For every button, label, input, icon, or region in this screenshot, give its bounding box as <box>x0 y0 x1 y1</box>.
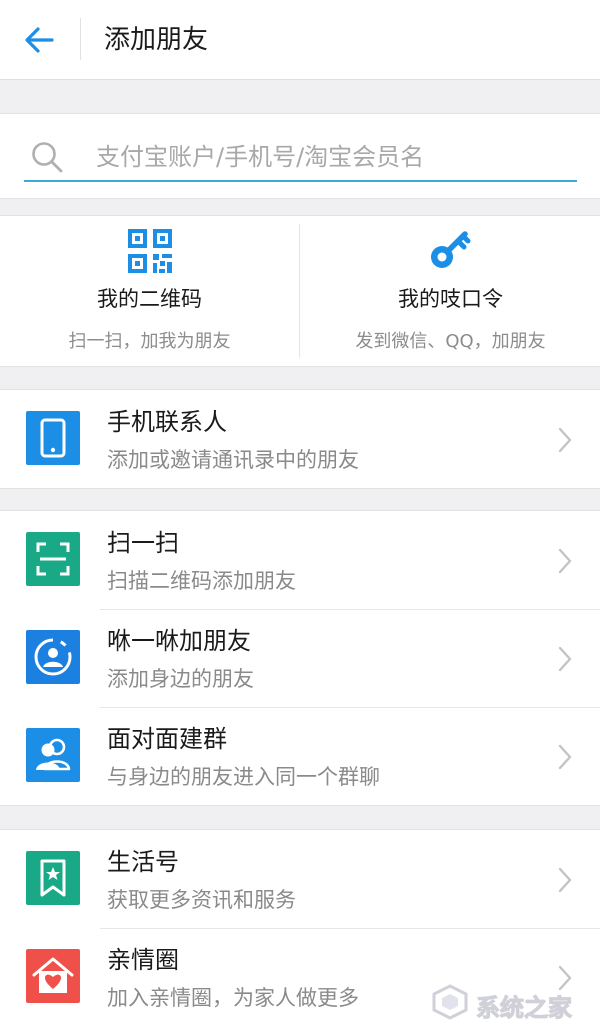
back-arrow-icon <box>25 27 54 53</box>
search-placeholder: 支付宝账户/手机号/淘宝会员名 <box>96 143 425 171</box>
chevron-right-icon <box>558 548 572 574</box>
chevron-right-icon <box>558 744 572 770</box>
scan-icon <box>26 532 80 586</box>
phone-icon <box>26 411 80 465</box>
chevron-right-icon <box>558 965 572 991</box>
list-item-face-to-face-group[interactable]: 面对面建群 与身边的朋友进入同一个群聊 <box>0 707 600 805</box>
search-input[interactable]: 支付宝账户/手机号/淘宝会员名 <box>24 134 577 182</box>
title-bar: 添加朋友 <box>0 0 600 80</box>
list-item-phone-contacts[interactable]: 手机联系人 添加或邀请通讯录中的朋友 <box>0 390 600 488</box>
back-button[interactable] <box>18 20 62 60</box>
quick-action-title: 我的吱口令 <box>398 287 503 311</box>
item-subtitle: 添加或邀请通讯录中的朋友 <box>107 448 359 472</box>
search-icon <box>32 142 63 173</box>
item-subtitle: 获取更多资讯和服务 <box>107 888 296 912</box>
heart-home-icon <box>26 949 80 1003</box>
item-subtitle: 加入亲情圈，为家人做更多 <box>107 986 359 1010</box>
list-item-life-account[interactable]: 生活号 获取更多资讯和服务 <box>0 830 600 928</box>
chevron-right-icon <box>558 646 572 672</box>
list-item-family-circle[interactable]: 亲情圈 加入亲情圈，为家人做更多 <box>0 928 600 1026</box>
services-group: 生活号 获取更多资讯和服务 亲情圈 加入亲情圈，为家人做更多 <box>0 829 600 1026</box>
item-title: 手机联系人 <box>107 408 227 436</box>
quick-action-title: 我的二维码 <box>97 287 202 311</box>
item-subtitle: 与身边的朋友进入同一个群聊 <box>107 765 380 789</box>
discover-group: 扫一扫 扫描二维码添加朋友 咻一咻加朋友 添加身边的朋友 面对面建群 与身边的朋… <box>0 510 600 806</box>
item-title: 面对面建群 <box>107 725 227 753</box>
header-divider <box>80 18 81 60</box>
item-title: 咻一咻加朋友 <box>107 627 251 655</box>
my-password-button[interactable]: 我的吱口令 发到微信、QQ，加朋友 <box>301 216 600 366</box>
item-title: 生活号 <box>107 848 179 876</box>
page-title: 添加朋友 <box>104 25 209 55</box>
contacts-group: 手机联系人 添加或邀请通讯录中的朋友 <box>0 389 600 489</box>
chevron-right-icon <box>558 867 572 893</box>
quick-action-subtitle: 发到微信、QQ，加朋友 <box>355 331 546 352</box>
key-icon <box>431 231 471 268</box>
qr-code-icon <box>128 229 172 273</box>
group-people-icon <box>26 728 80 782</box>
bookmark-star-icon <box>26 851 80 905</box>
chevron-right-icon <box>558 427 572 453</box>
list-item-scan[interactable]: 扫一扫 扫描二维码添加朋友 <box>0 511 600 609</box>
search-section: 支付宝账户/手机号/淘宝会员名 <box>0 113 600 199</box>
item-title: 亲情圈 <box>107 946 179 974</box>
quick-actions: 我的二维码 扫一扫，加我为朋友 我的吱口令 发到微信、QQ，加朋友 <box>0 215 600 367</box>
item-title: 扫一扫 <box>107 529 179 557</box>
radar-person-icon <box>26 630 80 684</box>
my-qr-code-button[interactable]: 我的二维码 扫一扫，加我为朋友 <box>0 216 299 366</box>
list-item-shake-add-friends[interactable]: 咻一咻加朋友 添加身边的朋友 <box>0 609 600 707</box>
quick-divider <box>299 224 300 358</box>
item-subtitle: 扫描二维码添加朋友 <box>107 569 296 593</box>
item-subtitle: 添加身边的朋友 <box>107 667 254 691</box>
quick-action-subtitle: 扫一扫，加我为朋友 <box>68 331 231 352</box>
